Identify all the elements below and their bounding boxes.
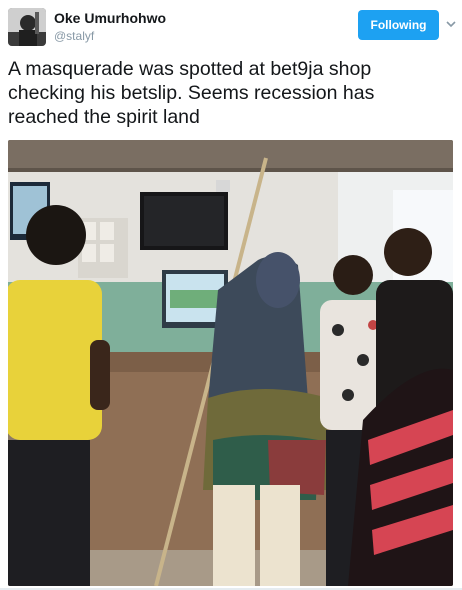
photo-illustration: [8, 140, 453, 586]
display-name[interactable]: Oke Umurhohwo: [54, 10, 166, 26]
tweet-photo[interactable]: [8, 140, 453, 586]
tweet-text: A masquerade was spotted at bet9ja shop …: [8, 58, 375, 128]
user-handle[interactable]: @stalyf: [54, 29, 94, 43]
avatar-image: [8, 8, 46, 46]
chevron-down-icon[interactable]: [445, 18, 457, 30]
following-button[interactable]: Following: [358, 10, 439, 40]
user-avatar[interactable]: [8, 8, 46, 46]
tweet-card: Oke Umurhohwo @stalyf Following A masque…: [0, 0, 462, 590]
